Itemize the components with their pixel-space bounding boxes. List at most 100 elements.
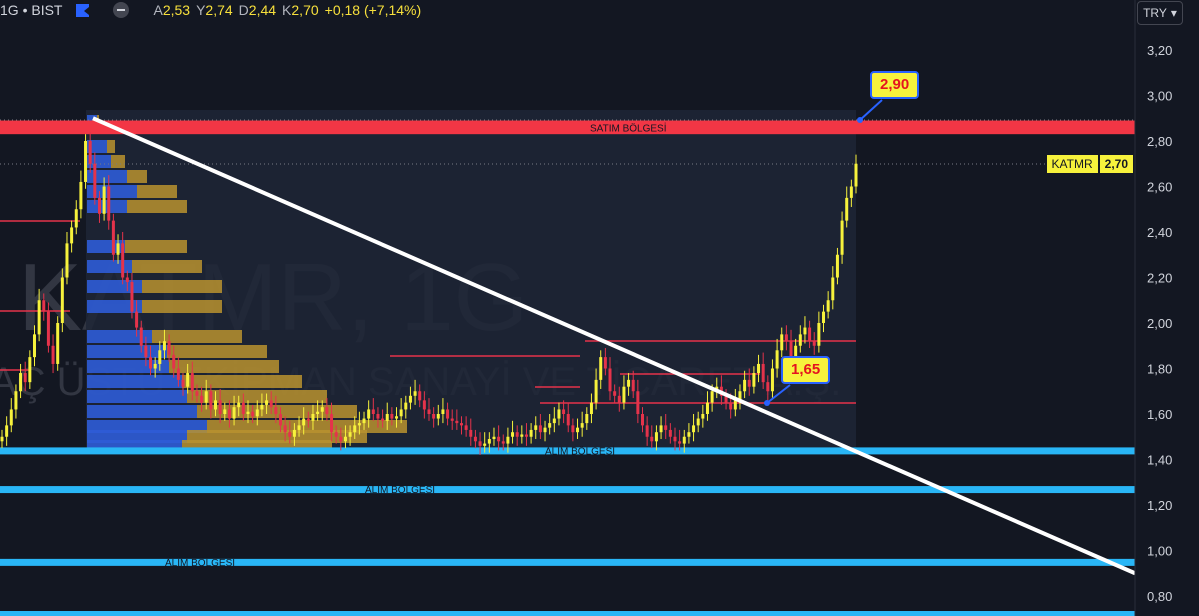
candle-body [464, 425, 468, 430]
candle-body [390, 414, 394, 419]
candle-body [585, 414, 589, 424]
candle-body [399, 409, 403, 417]
candle-body [149, 357, 153, 369]
candle-body [826, 300, 830, 312]
candle-body [204, 391, 208, 403]
candle-body [524, 434, 528, 437]
currency-label: TRY [1143, 6, 1167, 20]
candle-body [265, 400, 269, 405]
candle-body [343, 436, 347, 442]
candle-body [195, 391, 199, 396]
candle-body [227, 409, 231, 419]
y-tick-label: 1,60 [1147, 407, 1172, 422]
candle-body [580, 423, 584, 428]
candle-body [144, 345, 148, 358]
candle-body [65, 243, 69, 278]
candle-body [28, 357, 32, 383]
volume-profile-bar [142, 280, 222, 293]
volume-profile-bar [87, 390, 187, 403]
candle-body [538, 425, 542, 433]
candle-body [88, 141, 92, 164]
candle-body [251, 411, 255, 417]
currency-dropdown[interactable]: TRY ▾ [1137, 1, 1183, 25]
candle-body [529, 429, 533, 437]
price-tag-symbol: KATMR [1046, 155, 1098, 173]
candle-body [269, 400, 273, 408]
volume-profile-bar [125, 240, 187, 253]
candle-body [102, 186, 106, 214]
candle-body [492, 436, 496, 440]
candle-body [348, 432, 352, 437]
candle-body [200, 395, 204, 403]
candle-body [302, 418, 306, 426]
candle-body [292, 429, 296, 437]
candle-body [835, 254, 839, 278]
candle-body [613, 391, 617, 396]
candle-body [571, 425, 575, 433]
y-tick-label: 1,20 [1147, 498, 1172, 513]
candle-body [362, 418, 366, 424]
price-tag-value: 2,70 [1099, 155, 1133, 173]
last-price-tag: KATMR 2,70 [1046, 155, 1133, 173]
volume-profile-bar [87, 200, 127, 213]
price-chart[interactable]: KATMR, 1GAÇ ÜSTÜ EKİPMAN SANAYİ VE TİCAR… [0, 0, 1199, 616]
y-tick-label: 2,60 [1147, 180, 1172, 195]
candle-body [840, 220, 844, 255]
candle-body [325, 407, 329, 414]
volume-profile-bar [87, 170, 127, 183]
candle-body [487, 439, 491, 444]
candle-body [766, 382, 770, 392]
candle-body [589, 402, 593, 414]
candle-body [190, 373, 194, 392]
candle-body [436, 414, 440, 419]
candle-body [93, 163, 97, 198]
callout-high-anchor [857, 117, 863, 123]
candle-body [288, 432, 292, 437]
candle-body [682, 436, 686, 444]
candle-body [641, 414, 644, 426]
candle-body [121, 243, 125, 278]
candle-body [278, 414, 282, 426]
candle-body [209, 391, 213, 410]
candle-body [780, 334, 784, 351]
volume-profile-bar [127, 200, 187, 213]
callout-high[interactable]: 2,90 [870, 71, 920, 99]
symbol-interval[interactable]: 1G • BIST [0, 2, 62, 18]
candle-body [548, 423, 552, 428]
candle-body [687, 432, 691, 437]
candle-body [70, 227, 74, 244]
open-key: A [153, 2, 163, 18]
candle-body [808, 327, 812, 342]
candle-body [297, 425, 301, 430]
hide-indicator-icon[interactable] [113, 2, 130, 18]
candle-body [74, 209, 78, 228]
candle-body [849, 186, 853, 198]
candle-body [854, 163, 858, 187]
candle-body [710, 391, 714, 403]
candle-body [23, 373, 27, 383]
flag-icon[interactable] [76, 3, 90, 17]
candle-body [237, 402, 241, 408]
y-tick-label: 2,00 [1147, 316, 1172, 331]
candle-body [60, 277, 64, 323]
candle-body [534, 425, 538, 430]
candle-body [497, 436, 501, 442]
candle-body [404, 402, 408, 410]
y-tick-label: 3,00 [1147, 89, 1172, 104]
buy-zone [0, 611, 1135, 616]
candle-body [371, 409, 375, 414]
candle-body [125, 277, 129, 283]
candle-body [603, 357, 607, 369]
candle-body [822, 311, 826, 323]
candle-body [705, 402, 709, 414]
y-tick-label: 2,20 [1147, 271, 1172, 286]
candle-body [339, 436, 343, 442]
callout-low[interactable]: 1,65 [781, 356, 831, 384]
candle-body [659, 425, 663, 433]
candle-body [162, 341, 166, 351]
candle-body [803, 327, 807, 335]
candle-body [385, 414, 389, 421]
candle-body [367, 409, 371, 419]
candle-body [692, 425, 696, 433]
volume-profile-bar [127, 170, 147, 183]
